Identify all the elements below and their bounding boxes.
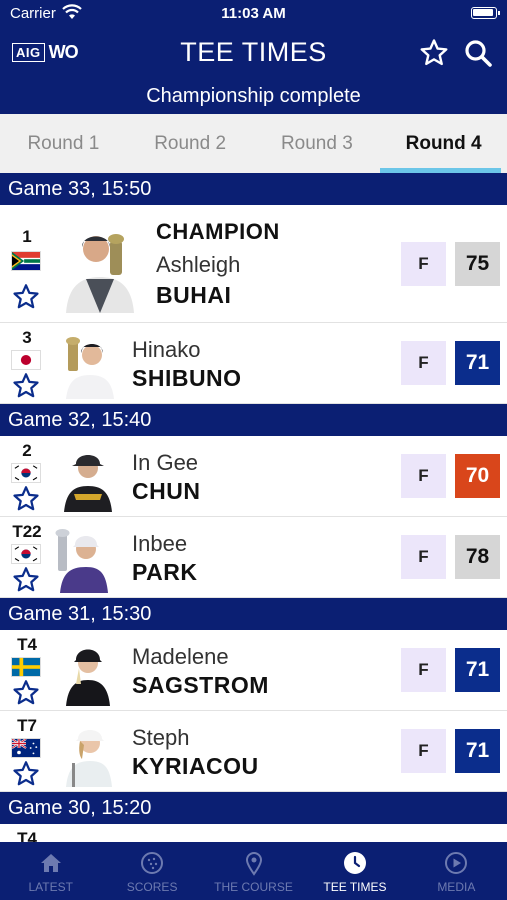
player-row[interactable]: T7 Steph KYRIACOU F 71 [0,711,507,792]
round-status-badge: F [401,535,446,579]
player-row[interactable]: 2 In Gee CHUN F 70 [0,436,507,517]
player-last-name: SHIBUNO [132,365,242,391]
score-badge: 71 [455,729,500,773]
game-header: Game 31, 15:30 [0,598,507,630]
clock-icon [343,852,366,874]
battery-icon [471,7,500,19]
position: 3 [22,328,32,347]
tab-scores[interactable]: SCORES [101,842,202,900]
player-first-name: Hinako [132,337,201,362]
champion-label: CHAMPION [156,219,280,244]
position: T4 [17,635,37,654]
favorite-star-icon[interactable] [12,372,40,400]
position: T7 [17,716,37,735]
sweden-flag-icon [11,657,41,677]
round-status-badge: F [401,454,446,498]
australia-flag-icon [11,738,41,758]
player-row[interactable]: 1 CHAMPION Ashleigh BUHAI F 75 [0,205,507,323]
player-last-name: BUHAI [156,282,232,308]
app-header: AIG WO TEE TIMES Championship complete [0,28,507,114]
tab-label: THE COURSE [214,880,293,894]
round-status-badge: F [401,729,446,773]
favorite-star-icon[interactable] [12,760,40,788]
position: T4 [17,829,37,842]
player-photo [60,719,116,787]
clock-time: 11:03 AM [221,5,286,22]
player-row[interactable]: T4 [0,824,507,842]
player-photo [62,221,138,313]
south-africa-flag-icon [11,251,41,271]
tee-times-list[interactable]: Game 33, 15:50 1 CHAMPION Ashleigh BUHAI [0,173,507,842]
round-status-badge: F [401,242,446,286]
player-first-name: In Gee [132,450,199,475]
score-badge: 71 [455,648,500,692]
player-first-name: Steph [132,725,190,750]
play-icon [445,852,468,874]
player-first-name: Madelene [132,644,229,669]
home-icon [40,854,61,872]
player-last-name: CHUN [132,478,201,504]
championship-status: Championship complete [146,85,361,107]
search-icon[interactable] [463,38,493,68]
position: 2 [22,441,32,460]
tab-round-3[interactable]: Round 3 [254,114,381,173]
golf-ball-icon [141,852,164,874]
star-icon[interactable] [419,38,449,68]
round-status-badge: F [401,341,446,385]
south-korea-flag-icon [11,544,41,564]
player-photo [60,331,116,399]
south-korea-flag-icon [11,463,41,483]
map-pin-icon [245,852,262,876]
favorite-star-icon[interactable] [12,283,40,311]
player-photo [52,525,108,593]
player-first-name: Ashleigh [156,252,241,277]
player-last-name: SAGSTROM [132,672,269,698]
game-header: Game 32, 15:40 [0,404,507,436]
favorite-star-icon[interactable] [12,485,40,513]
score-badge: 75 [455,242,500,286]
player-photo [60,638,116,706]
tab-latest[interactable]: LATEST [0,842,101,900]
tab-round-1[interactable]: Round 1 [0,114,127,173]
game-header: Game 33, 15:50 [0,173,507,205]
score-badge: 71 [455,341,500,385]
player-row[interactable]: 3 Hinako SHIBUNO F 71 [0,323,507,404]
player-last-name: KYRIACOU [132,753,259,779]
position: 1 [22,227,32,246]
player-row[interactable]: T22 Inbee PARK F 78 [0,517,507,598]
score-badge: 78 [455,535,500,579]
tab-label: MEDIA [437,880,476,894]
player-photo [60,444,116,512]
player-first-name: Inbee [132,531,188,556]
tab-media[interactable]: MEDIA [406,842,507,900]
round-tabs: Round 1 Round 2 Round 3 Round 4 [0,114,507,173]
game-header: Game 30, 15:20 [0,792,507,824]
position: T22 [12,522,42,541]
tab-round-2[interactable]: Round 2 [127,114,254,173]
tab-round-4[interactable]: Round 4 [380,114,507,173]
tab-label: TEE TIMES [323,880,387,894]
japan-flag-icon [11,350,41,370]
status-bar: Carrier 11:03 AM [0,0,507,28]
player-row[interactable]: T4 Madelene SAGSTROM F 71 [0,630,507,711]
favorite-star-icon[interactable] [12,679,40,707]
tab-tee-times[interactable]: TEE TIMES [304,842,405,900]
score-badge: 70 [455,454,500,498]
round-status-badge: F [401,648,446,692]
player-last-name: PARK [132,559,198,585]
tab-label: SCORES [126,880,178,894]
tab-label: LATEST [28,880,73,894]
favorite-star-icon[interactable] [12,566,40,594]
tab-the-course[interactable]: THE COURSE [203,842,304,900]
bottom-tab-bar: LATEST SCORES THE COURSE TEE TIMES MEDIA [0,842,507,900]
